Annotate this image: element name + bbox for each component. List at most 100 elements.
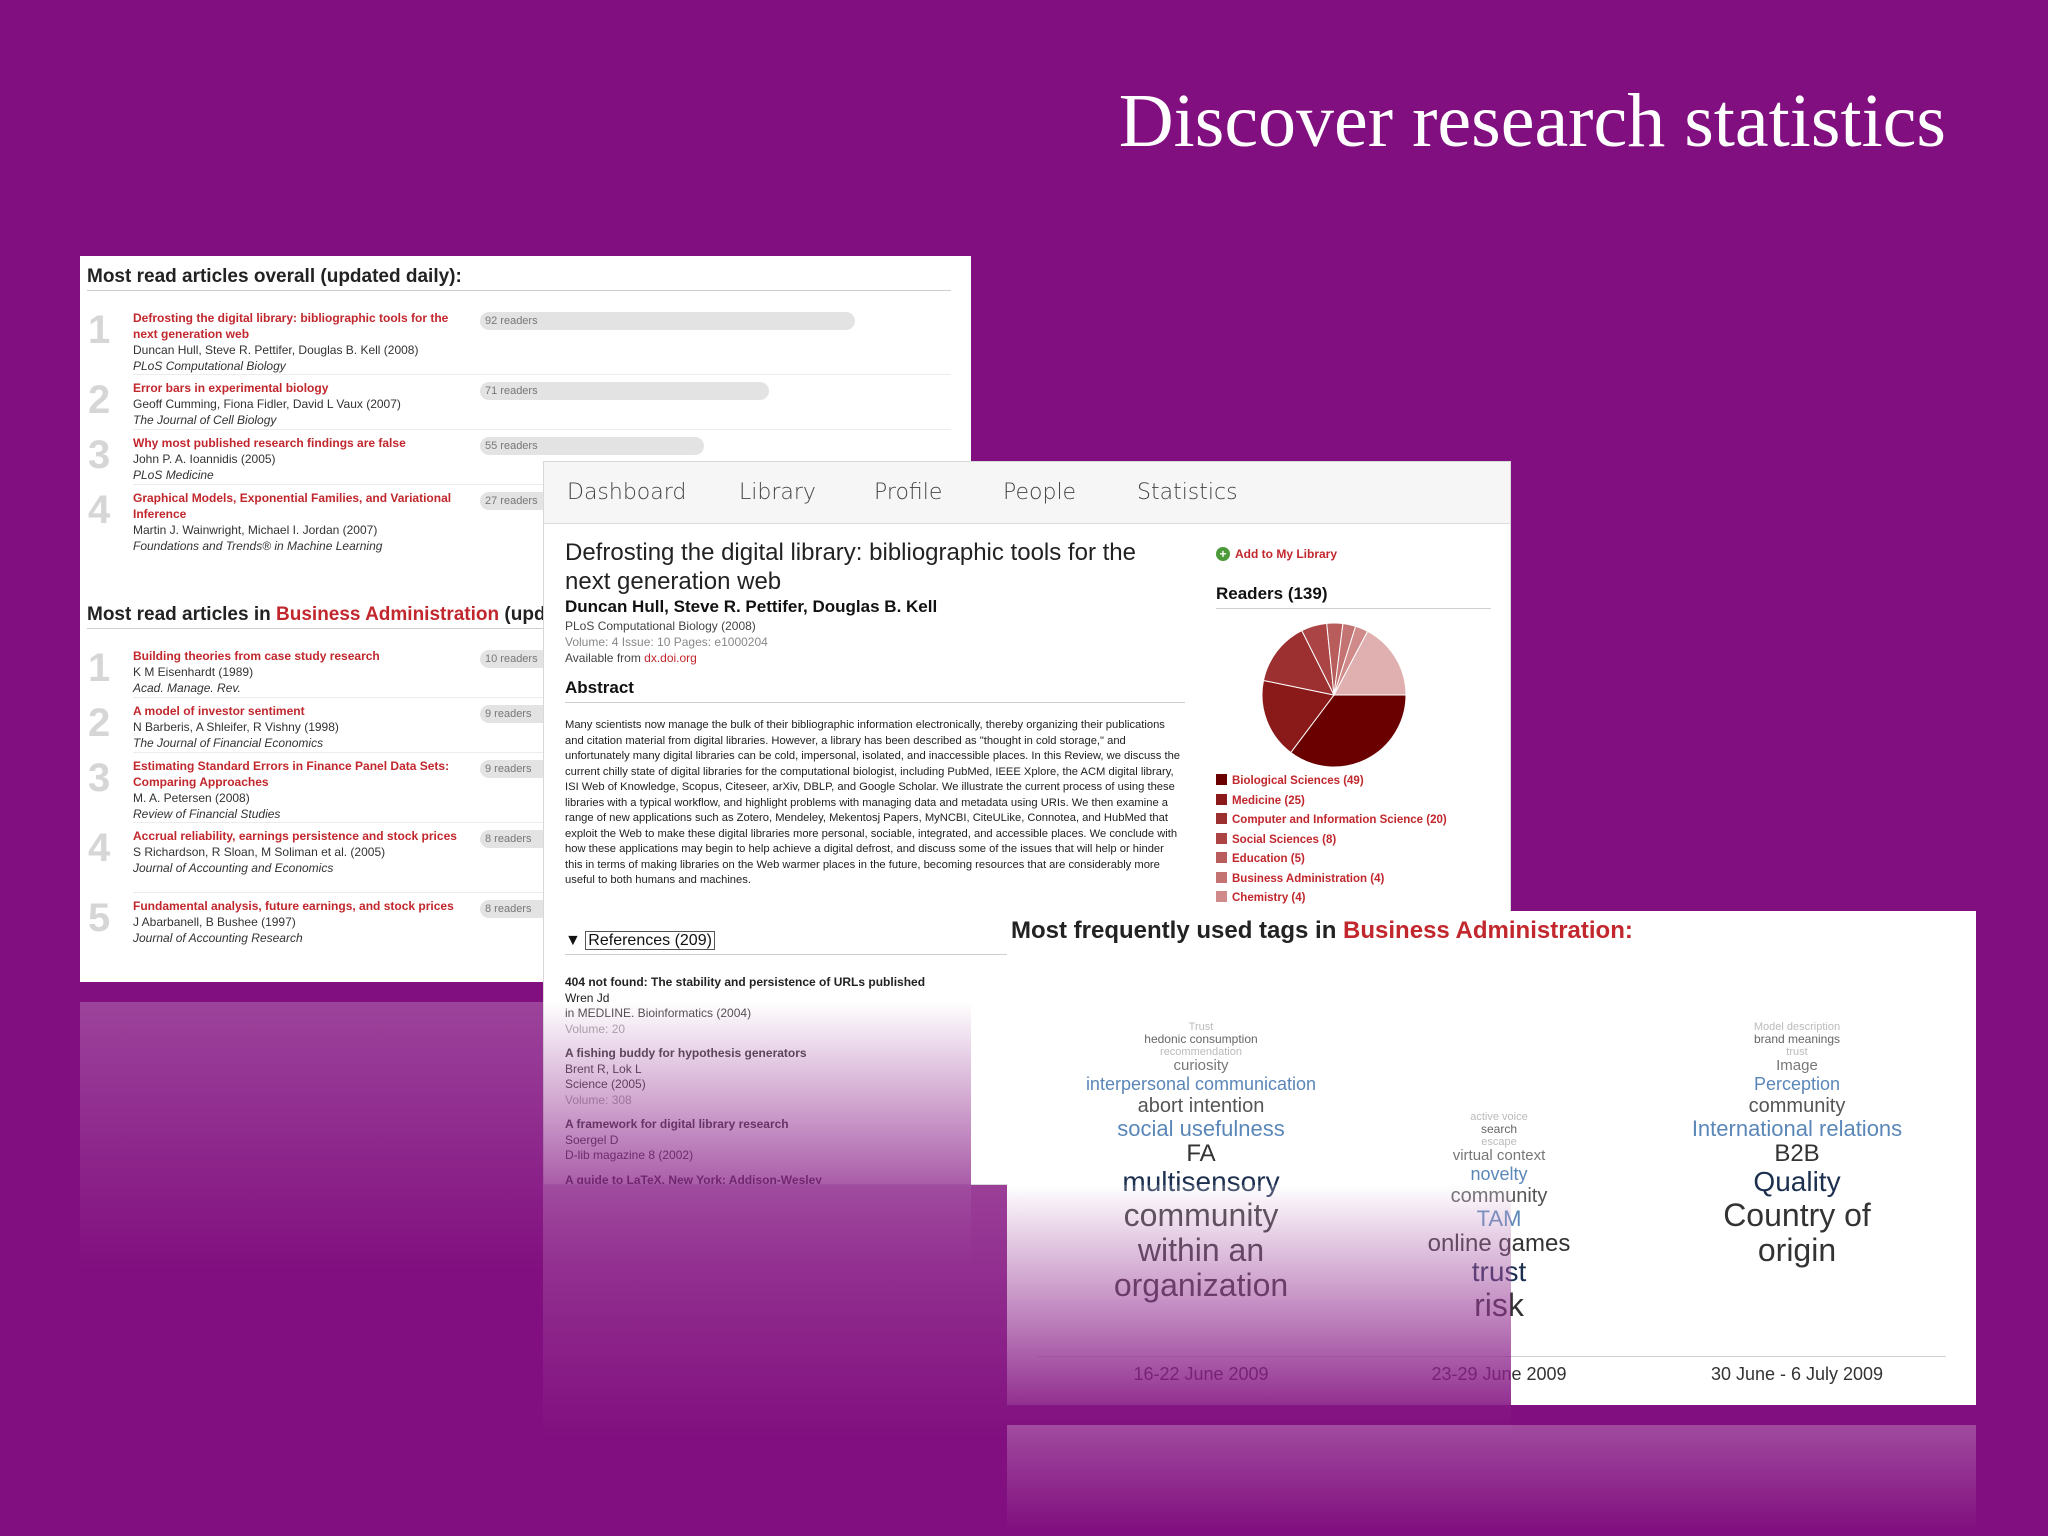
- article-title-link[interactable]: Error bars in experimental biology: [133, 380, 463, 396]
- article-journal: Review of Financial Studies: [133, 807, 281, 821]
- tag-link[interactable]: social usefulness: [1051, 1116, 1351, 1141]
- article-title-link[interactable]: Estimating Standard Errors in Finance Pa…: [133, 758, 463, 790]
- article-title-link[interactable]: Fundamental analysis, future earnings, a…: [133, 898, 463, 914]
- article-entry: Fundamental analysis, future earnings, a…: [133, 898, 463, 946]
- article-authors: S Richardson, R Sloan, M Soliman et al. …: [133, 845, 386, 859]
- doi-link[interactable]: dx.doi.org: [644, 651, 697, 665]
- article-journal: The Journal of Financial Economics: [133, 736, 324, 750]
- tag-link[interactable]: interpersonal communication: [1051, 1074, 1351, 1095]
- legend-swatch: [1216, 793, 1227, 805]
- reader-count-bar: 8 readers: [480, 900, 550, 918]
- article-entry: A model of investor sentiment N Barberis,…: [133, 703, 463, 751]
- article-entry: Estimating Standard Errors in Finance Pa…: [133, 758, 463, 822]
- article-journal: PLoS Computational Biology: [133, 359, 286, 373]
- article-journal: PLoS Medicine: [133, 468, 214, 482]
- article-authors: K M Eisenhardt (1989): [133, 665, 254, 679]
- tag-link[interactable]: International relations: [1647, 1116, 1947, 1141]
- reader-count-bar: 55 readers: [480, 437, 704, 455]
- tag-link[interactable]: search: [1349, 1122, 1649, 1136]
- article-title-link[interactable]: Why most published research findings are…: [133, 435, 463, 451]
- article-title-link[interactable]: Graphical Models, Exponential Families, …: [133, 490, 463, 522]
- article-journal: Journal of Accounting and Economics: [133, 861, 334, 875]
- legend-item: Business Administration (4): [1216, 871, 1447, 892]
- rank-number: 1: [88, 308, 111, 352]
- abstract-heading: Abstract: [565, 678, 634, 697]
- article-entry: Building theories from case study resear…: [133, 648, 463, 696]
- rank-number: 3: [88, 433, 111, 477]
- tag-link[interactable]: virtual context: [1349, 1148, 1649, 1165]
- article-title-link[interactable]: Accrual reliability, earnings persistenc…: [133, 828, 463, 844]
- tag-link[interactable]: curiosity: [1051, 1058, 1351, 1075]
- tag-link[interactable]: FA: [1051, 1140, 1351, 1167]
- article-entry: Error bars in experimental biology Geoff …: [133, 380, 463, 428]
- legend-item: Computer and Information Science (20): [1216, 813, 1447, 833]
- most-read-overall-heading: Most read articles overall (updated dail…: [87, 266, 462, 287]
- tag-link[interactable]: novelty: [1349, 1164, 1649, 1185]
- nav-profile[interactable]: Profile: [874, 480, 942, 505]
- tag-link[interactable]: B2B: [1647, 1140, 1947, 1167]
- tag-link[interactable]: Country of: [1647, 1197, 1947, 1233]
- panel-reflection: [1007, 1425, 1976, 1536]
- article-title-link[interactable]: A model of investor sentiment: [133, 703, 463, 719]
- readers-heading: Readers (139): [1216, 584, 1328, 603]
- legend-label: Chemistry (4): [1232, 892, 1306, 904]
- rank-number: 3: [88, 756, 111, 800]
- section-divider: [87, 290, 951, 291]
- article-authors: J Abarbanell, B Bushee (1997): [133, 915, 296, 929]
- rank-number: 4: [88, 826, 111, 870]
- article-title-link[interactable]: Defrosting the digital library: bibliogr…: [133, 310, 463, 342]
- legend-swatch: [1216, 813, 1227, 824]
- legend-item: Education (5): [1216, 852, 1447, 872]
- article-authors: Duncan Hull, Steve R. Pettifer, Douglas …: [133, 343, 419, 357]
- article-entry: Accrual reliability, earnings persistenc…: [133, 828, 463, 876]
- row-divider: [133, 374, 951, 375]
- legend-swatch: [1216, 891, 1227, 902]
- legend-label: Business Administration (4): [1232, 872, 1385, 885]
- reader-count-bar: 71 readers: [480, 382, 769, 400]
- readers-divider: [1216, 608, 1491, 609]
- readers-pie-chart: [1261, 622, 1407, 768]
- tag-link[interactable]: Perception: [1647, 1074, 1947, 1095]
- nav-statistics[interactable]: Statistics: [1137, 480, 1238, 505]
- reader-count-bar: 9 readers: [480, 705, 550, 723]
- article-entry: Why most published research findings are…: [133, 435, 463, 483]
- legend-swatch: [1216, 871, 1227, 883]
- reader-count-bar: 9 readers: [480, 760, 550, 778]
- list-item: 2 Error bars in experimental biology Geoff…: [80, 380, 971, 432]
- article-title-link[interactable]: Building theories from case study resear…: [133, 648, 463, 664]
- article-journal: The Journal of Cell Biology: [133, 413, 277, 427]
- tag-link[interactable]: hedonic consumption: [1051, 1032, 1351, 1046]
- abstract-text: Many scientists now manage the bulk of t…: [565, 719, 1181, 886]
- tag-link[interactable]: abort intention: [1051, 1095, 1351, 1117]
- abstract-divider: [565, 702, 1185, 703]
- triangle-down-icon: ▼: [565, 932, 581, 949]
- tag-link[interactable]: Quality: [1647, 1166, 1947, 1198]
- legend-label: Biological Sciences (49): [1232, 775, 1364, 787]
- add-to-library-button[interactable]: + Add to My Library: [1216, 547, 1337, 561]
- article-authors: Duncan Hull, Steve R. Pettifer, Douglas …: [565, 597, 938, 616]
- rank-number: 2: [88, 378, 111, 422]
- references-toggle[interactable]: ▼ References (209): [565, 931, 715, 950]
- article-available: Available from dx.doi.org: [565, 651, 697, 665]
- nav-library[interactable]: Library: [739, 480, 816, 505]
- article-entry: Defrosting the digital library: bibliogr…: [133, 310, 463, 374]
- article-journal: Journal of Accounting Research: [133, 931, 303, 945]
- tag-link[interactable]: origin: [1647, 1233, 1947, 1268]
- legend-swatch: [1216, 832, 1227, 844]
- tags-heading: Most frequently used tags in Business Ad…: [1011, 917, 1633, 944]
- reader-count-bar: 8 readers: [480, 830, 550, 848]
- tag-link[interactable]: community: [1647, 1095, 1947, 1117]
- article-entry: Graphical Models, Exponential Families, …: [133, 490, 463, 554]
- nav-dashboard[interactable]: Dashboard: [567, 480, 686, 505]
- rank-number: 2: [88, 701, 111, 745]
- nav-people[interactable]: People: [1003, 480, 1076, 505]
- row-divider: [133, 429, 951, 430]
- tag-link[interactable]: Image: [1647, 1058, 1947, 1075]
- tag-link[interactable]: brand meanings: [1647, 1032, 1947, 1046]
- legend-label: Education (5): [1232, 853, 1305, 865]
- article-journal: Foundations and Trends® in Machine Learn…: [133, 539, 383, 553]
- article-title: Defrosting the digital library: bibliogr…: [565, 539, 1136, 595]
- main-nav: Dashboard Library Profile People Statist…: [544, 462, 1510, 524]
- reference-title[interactable]: 404 not found: The stability and persist…: [565, 975, 985, 991]
- list-item: 1 Defrosting the digital library: bibliog…: [80, 308, 971, 373]
